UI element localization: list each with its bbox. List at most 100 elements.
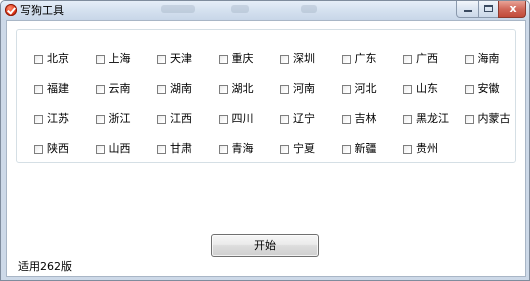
checkbox[interactable] [280, 114, 289, 124]
province-checkbox-item[interactable]: 山东 [403, 82, 438, 96]
province-label: 福建 [47, 82, 69, 95]
checkbox[interactable] [157, 54, 166, 64]
province-checkbox-item[interactable]: 甘肃 [157, 142, 192, 156]
checkbox[interactable] [464, 84, 474, 94]
close-button[interactable]: x [498, 1, 526, 18]
province-group-box: 北京 上海 天津 重庆 深圳 广东 广西 海南福建 云南 湖南 湖北 河南 河北 山东 安徽江苏 浙江 江西 四川… [16, 29, 516, 163]
province-checkbox-item[interactable]: 浙江 [95, 112, 131, 126]
province-label: 山东 [416, 82, 438, 95]
checkbox[interactable] [157, 144, 166, 154]
province-label: 湖南 [170, 82, 192, 95]
province-checkbox-item[interactable]: 江西 [157, 112, 192, 126]
province-checkbox-item[interactable]: 四川 [218, 112, 254, 126]
province-label: 天津 [170, 52, 192, 65]
checkbox[interactable] [341, 54, 351, 64]
province-label: 海南 [477, 52, 500, 65]
province-label: 内蒙古 [477, 112, 511, 125]
province-label: 甘肃 [170, 142, 192, 155]
checkbox[interactable] [95, 144, 105, 154]
window-title: 写狗工具 [20, 4, 64, 17]
province-checkbox-item[interactable]: 天津 [157, 52, 192, 66]
background-window-blur [301, 5, 317, 13]
province-checkbox-item[interactable]: 新疆 [341, 142, 377, 156]
province-checkbox-item[interactable]: 海南 [464, 52, 500, 66]
start-button[interactable]: 开始 [211, 234, 319, 257]
province-checkbox-item[interactable]: 广西 [403, 52, 438, 66]
minimize-icon [464, 10, 472, 12]
province-label: 广西 [416, 52, 438, 65]
app-window: 写狗工具 x 北京 上海 天津 重庆 深圳 广东 广西 海南福建 云南 湖南 湖北 河南 河北 山东 安徽江… [0, 0, 530, 281]
minimize-button[interactable] [456, 1, 479, 18]
province-checkbox-item[interactable]: 陕西 [34, 142, 69, 156]
province-checkbox-item[interactable]: 青海 [218, 142, 254, 156]
checkbox[interactable] [34, 84, 43, 94]
province-checkbox-item[interactable]: 广东 [341, 52, 377, 66]
maximize-button[interactable] [478, 1, 499, 18]
province-label: 黑龙江 [416, 112, 449, 125]
province-label: 河北 [354, 82, 377, 95]
title-bar[interactable]: 写狗工具 x [1, 1, 529, 20]
province-checkbox-item[interactable]: 北京 [34, 52, 69, 66]
checkbox[interactable] [403, 54, 412, 64]
province-checkbox-item[interactable]: 湖南 [157, 82, 192, 96]
province-checkbox-item[interactable]: 云南 [95, 82, 131, 96]
province-label: 安徽 [477, 82, 500, 95]
province-checkbox-item[interactable]: 宁夏 [280, 142, 315, 156]
province-label: 江西 [170, 112, 192, 125]
province-label: 深圳 [293, 52, 315, 65]
province-label: 湖北 [231, 82, 254, 95]
province-checkbox-item[interactable]: 内蒙古 [464, 112, 511, 126]
checkbox[interactable] [95, 114, 105, 124]
checkbox[interactable] [403, 144, 412, 154]
province-label: 新疆 [354, 142, 377, 155]
province-checkbox-item[interactable]: 福建 [34, 82, 69, 96]
checkbox[interactable] [34, 54, 43, 64]
checkbox[interactable] [341, 84, 351, 94]
checkbox[interactable] [280, 84, 289, 94]
app-icon [5, 4, 17, 16]
province-label: 上海 [108, 52, 131, 65]
province-label: 宁夏 [293, 142, 315, 155]
province-checkbox-item[interactable]: 吉林 [341, 112, 377, 126]
checkbox[interactable] [157, 84, 166, 94]
province-checkbox-item[interactable]: 湖北 [218, 82, 254, 96]
checkbox[interactable] [218, 144, 228, 154]
checkbox[interactable] [464, 114, 474, 124]
province-checkbox-item[interactable]: 安徽 [464, 82, 500, 96]
checkbox[interactable] [95, 84, 105, 94]
maximize-icon [484, 5, 493, 12]
province-checkbox-item[interactable]: 辽宁 [280, 112, 315, 126]
checkbox[interactable] [218, 84, 228, 94]
checkbox[interactable] [95, 54, 105, 64]
checkbox[interactable] [280, 144, 289, 154]
checkbox[interactable] [341, 114, 351, 124]
province-checkbox-item[interactable]: 江苏 [34, 112, 69, 126]
checkbox[interactable] [280, 54, 289, 64]
version-label: 适用262版 [18, 260, 72, 273]
province-checkbox-item[interactable]: 上海 [95, 52, 131, 66]
province-checkbox-item[interactable]: 河南 [280, 82, 315, 96]
province-checkbox-item[interactable]: 重庆 [218, 52, 254, 66]
checkbox[interactable] [34, 144, 43, 154]
client-area: 北京 上海 天津 重庆 深圳 广东 广西 海南福建 云南 湖南 湖北 河南 河北 山东 安徽江苏 浙江 江西 四川… [6, 20, 526, 277]
checkbox[interactable] [157, 114, 166, 124]
province-label: 山西 [108, 142, 131, 155]
checkbox[interactable] [218, 114, 228, 124]
checkbox[interactable] [464, 54, 474, 64]
province-checkbox-item[interactable]: 山西 [95, 142, 131, 156]
checkbox[interactable] [218, 54, 228, 64]
province-label: 青海 [231, 142, 254, 155]
checkbox[interactable] [403, 114, 412, 124]
province-label: 四川 [231, 112, 254, 125]
province-checkbox-item[interactable]: 河北 [341, 82, 377, 96]
checkbox[interactable] [403, 84, 412, 94]
province-label: 陕西 [47, 142, 69, 155]
province-checkbox-item[interactable]: 黑龙江 [403, 112, 449, 126]
checkbox[interactable] [34, 114, 43, 124]
province-checkbox-item[interactable]: 深圳 [280, 52, 315, 66]
province-label: 云南 [108, 82, 131, 95]
background-window-blur [231, 5, 249, 13]
province-label: 北京 [47, 52, 69, 65]
province-checkbox-item[interactable]: 贵州 [403, 142, 438, 156]
checkbox[interactable] [341, 144, 351, 154]
